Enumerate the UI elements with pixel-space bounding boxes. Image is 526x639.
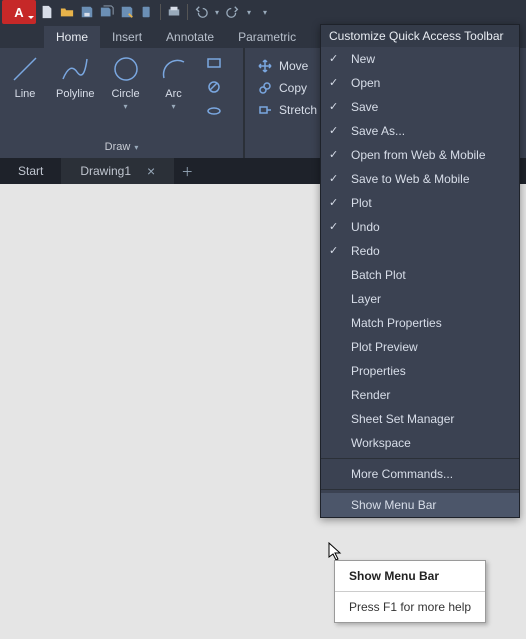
check-icon: ✓ <box>329 52 338 65</box>
menu-item-match-properties[interactable]: Match Properties <box>321 311 519 335</box>
tab-drawing1[interactable]: Drawing1 × <box>62 158 174 184</box>
mouse-cursor <box>328 542 342 562</box>
qat-web-icon[interactable] <box>138 3 156 21</box>
menu-item-show-menu-bar[interactable]: Show Menu Bar <box>321 493 519 517</box>
tooltip: Show Menu Bar Press F1 for more help <box>334 560 486 623</box>
menu-item-open[interactable]: ✓Open <box>321 71 519 95</box>
check-icon: ✓ <box>329 148 338 161</box>
menu-item-properties[interactable]: Properties <box>321 359 519 383</box>
qat-redo-dropdown[interactable]: ▾ <box>244 8 254 17</box>
menu-item-save-to-web-mobile[interactable]: ✓Save to Web & Mobile <box>321 167 519 191</box>
move-label: Move <box>279 59 308 73</box>
move-icon <box>257 58 273 74</box>
qat-undo-icon[interactable] <box>192 3 210 21</box>
qat-separator <box>160 4 161 20</box>
check-icon: ✓ <box>329 196 338 209</box>
qat-open-icon[interactable] <box>58 3 76 21</box>
qat-new-icon[interactable] <box>38 3 56 21</box>
check-icon: ✓ <box>329 172 338 185</box>
draw-panel-title[interactable]: Draw▾ <box>8 138 235 156</box>
arc-label: Arc <box>165 88 182 100</box>
tab-annotate[interactable]: Annotate <box>154 26 226 48</box>
check-icon: ✓ <box>329 100 338 113</box>
polyline-label: Polyline <box>56 88 95 100</box>
chevron-down-icon: ▾ <box>172 102 176 111</box>
stretch-icon <box>257 102 273 118</box>
new-tab-button[interactable]: ＋ <box>174 158 200 184</box>
stretch-button[interactable]: Stretch <box>257 102 317 118</box>
polyline-tool[interactable]: Polyline <box>56 52 95 100</box>
tooltip-title: Show Menu Bar <box>335 561 485 591</box>
menu-item-batch-plot[interactable]: Batch Plot <box>321 263 519 287</box>
hatch-icon[interactable] <box>205 78 223 96</box>
arc-icon <box>157 52 191 86</box>
menu-item-plot[interactable]: ✓Plot <box>321 191 519 215</box>
arc-tool[interactable]: Arc ▾ <box>157 52 191 111</box>
menu-item-plot-preview[interactable]: Plot Preview <box>321 335 519 359</box>
menu-separator <box>321 489 519 490</box>
chevron-down-icon: ▾ <box>124 102 128 111</box>
circle-icon <box>109 52 143 86</box>
menu-item-open-from-web-mobile[interactable]: ✓Open from Web & Mobile <box>321 143 519 167</box>
menu-item-more-commands[interactable]: More Commands... <box>321 462 519 486</box>
polyline-icon <box>58 52 92 86</box>
qat-save-icon[interactable] <box>78 3 96 21</box>
line-tool[interactable]: Line <box>8 52 42 100</box>
menu-item-new[interactable]: ✓New <box>321 47 519 71</box>
tooltip-body: Press F1 for more help <box>335 592 485 622</box>
app-logo-menu[interactable]: A <box>2 0 36 24</box>
menu-item-sheet-set-manager[interactable]: Sheet Set Manager <box>321 407 519 431</box>
ellipse-icon[interactable] <box>205 102 223 120</box>
qat-saveas-icon[interactable] <box>118 3 136 21</box>
tab-parametric[interactable]: Parametric <box>226 26 308 48</box>
qat-separator <box>187 4 188 20</box>
modify-panel: Move Copy Stretch <box>244 48 330 158</box>
menu-item-redo[interactable]: ✓Redo <box>321 239 519 263</box>
move-button[interactable]: Move <box>257 58 317 74</box>
qat-saveall-icon[interactable] <box>98 3 116 21</box>
close-icon[interactable]: × <box>147 163 155 179</box>
tab-home[interactable]: Home <box>44 26 100 48</box>
qat-customize-dropdown[interactable]: ▾ <box>260 8 270 17</box>
line-label: Line <box>15 88 36 100</box>
check-icon: ✓ <box>329 76 338 89</box>
chevron-down-icon: ▾ <box>134 143 138 152</box>
tab-start[interactable]: Start <box>0 158 62 184</box>
menu-item-save-as-[interactable]: ✓Save As... <box>321 119 519 143</box>
line-icon <box>8 52 42 86</box>
qat-plot-icon[interactable] <box>165 3 183 21</box>
check-icon: ✓ <box>329 220 338 233</box>
menu-item-save[interactable]: ✓Save <box>321 95 519 119</box>
circle-label: Circle <box>111 88 139 100</box>
tab-insert[interactable]: Insert <box>100 26 154 48</box>
customize-qat-menu: Customize Quick Access Toolbar ✓New✓Open… <box>320 24 520 518</box>
menu-item-workspace[interactable]: Workspace <box>321 431 519 455</box>
draw-mini-tools <box>205 52 223 120</box>
qat-redo-icon[interactable] <box>224 3 242 21</box>
circle-tool[interactable]: Circle ▾ <box>109 52 143 111</box>
menu-item-layer[interactable]: Layer <box>321 287 519 311</box>
check-icon: ✓ <box>329 244 338 257</box>
menu-item-render[interactable]: Render <box>321 383 519 407</box>
copy-button[interactable]: Copy <box>257 80 317 96</box>
rectangle-icon[interactable] <box>205 54 223 72</box>
stretch-label: Stretch <box>279 103 317 117</box>
quick-access-toolbar: A ▾ ▾ ▾ <box>0 0 526 24</box>
menu-separator <box>321 458 519 459</box>
copy-label: Copy <box>279 81 307 95</box>
menu-header: Customize Quick Access Toolbar <box>321 25 519 47</box>
draw-panel: Line Polyline Circle ▾ Arc ▾ <box>0 48 244 158</box>
qat-undo-dropdown[interactable]: ▾ <box>212 8 222 17</box>
copy-icon <box>257 80 273 96</box>
menu-item-undo[interactable]: ✓Undo <box>321 215 519 239</box>
check-icon: ✓ <box>329 124 338 137</box>
